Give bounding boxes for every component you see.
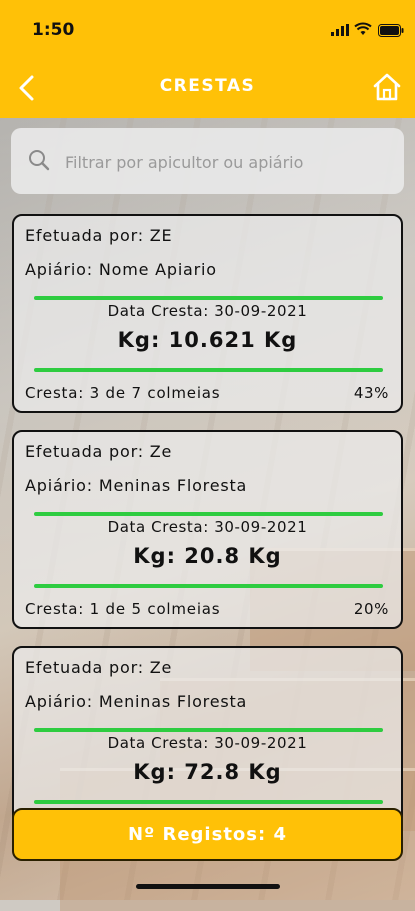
record-author: Efetuada por: Ze — [25, 658, 173, 677]
divider-line — [34, 800, 383, 804]
wifi-icon — [354, 22, 372, 35]
search-input[interactable] — [63, 146, 387, 178]
status-bar: 1:50 — [0, 0, 415, 60]
home-icon[interactable] — [372, 72, 402, 102]
battery-icon — [378, 24, 404, 37]
divider-line — [34, 512, 383, 516]
search-bar[interactable] — [11, 128, 404, 194]
record-weight: Kg: 72.8 Kg — [133, 760, 282, 784]
app-header: 1:50 CRESTAS — [0, 0, 415, 118]
page-title: CRESTAS — [159, 76, 256, 96]
signal-icon — [331, 24, 349, 36]
record-weight: Kg: 10.621 Kg — [117, 328, 298, 352]
record-apiary: Apiário: Meninas Floresta — [25, 692, 248, 711]
record-weight: Kg: 20.8 Kg — [133, 544, 282, 568]
divider-line — [34, 728, 383, 732]
record-apiary: Apiário: Meninas Floresta — [25, 476, 248, 495]
record-hives: Cresta: 1 de 5 colmeias — [25, 600, 221, 618]
records-count-button[interactable]: Nº Registos: 4 — [12, 808, 403, 861]
search-icon — [29, 150, 50, 171]
record-author: Efetuada por: ZE — [25, 226, 173, 245]
divider-line — [34, 296, 383, 300]
record-author: Efetuada por: Ze — [25, 442, 173, 461]
records-count-label: Nº Registos: 4 — [128, 824, 287, 845]
record-hives: Cresta: 3 de 7 colmeias — [25, 384, 221, 402]
status-time: 1:50 — [32, 20, 75, 40]
record-date: Data Cresta: 30-09-2021 — [107, 734, 308, 752]
divider-line — [34, 368, 383, 372]
record-date: Data Cresta: 30-09-2021 — [107, 518, 308, 536]
record-percent: 43% — [353, 384, 389, 402]
record-card[interactable]: Efetuada por: ZE Apiário: Nome Apiario D… — [12, 214, 403, 413]
home-indicator — [136, 884, 280, 889]
record-date: Data Cresta: 30-09-2021 — [107, 302, 308, 320]
record-apiary: Apiário: Nome Apiario — [25, 260, 217, 279]
record-card[interactable]: Efetuada por: Ze Apiário: Meninas Flores… — [12, 430, 403, 629]
divider-line — [34, 584, 383, 588]
record-percent: 20% — [353, 600, 389, 618]
